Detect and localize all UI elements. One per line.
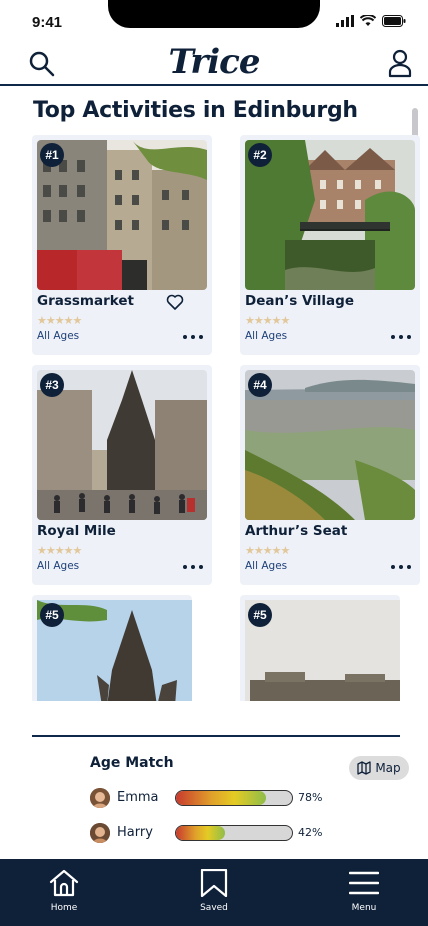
- age-match-row: Harry 42%: [90, 823, 350, 845]
- activity-photo: #1: [37, 140, 207, 290]
- match-progress-fill: [176, 791, 267, 805]
- bookmark-icon: [200, 868, 228, 898]
- age-match-row: Emma 78%: [90, 788, 350, 810]
- tab-menu[interactable]: Menu: [324, 869, 404, 913]
- more-options-icon[interactable]: [182, 561, 204, 573]
- star-rating: ★★★★★: [245, 314, 290, 327]
- profile-button[interactable]: [386, 48, 414, 78]
- rank-badge: #1: [40, 143, 64, 167]
- status-bar: 9:41: [0, 0, 428, 44]
- device-notch: [108, 0, 320, 28]
- activity-card[interactable]: #5: [32, 595, 192, 701]
- tab-label: Menu: [351, 903, 377, 913]
- age-label: All Ages: [37, 330, 80, 342]
- map-button[interactable]: Map: [349, 756, 409, 780]
- tab-saved[interactable]: Saved: [174, 868, 254, 913]
- activity-name: Grassmarket: [37, 293, 134, 309]
- activity-photo: #2: [245, 140, 415, 290]
- heart-icon[interactable]: [166, 293, 184, 311]
- section-divider: [32, 735, 400, 737]
- avatar: [90, 788, 110, 808]
- app-header: Trice: [0, 42, 428, 86]
- match-percent: 78%: [298, 791, 323, 804]
- star-rating: ★★★★★: [245, 544, 290, 557]
- activity-name: Royal Mile: [37, 523, 116, 539]
- activity-name: Dean’s Village: [245, 293, 354, 309]
- rank-badge: #4: [248, 373, 272, 397]
- match-percent: 42%: [298, 826, 323, 839]
- page-title: Top Activities in Edinburgh: [33, 98, 358, 123]
- person-name: Harry: [117, 825, 153, 840]
- activity-photo: #3: [37, 370, 207, 520]
- activity-card[interactable]: #1 Grassmarket ★★★★★ All Ages: [32, 135, 212, 355]
- match-progress-bar: [175, 790, 293, 806]
- wifi-icon: [360, 15, 376, 26]
- bottom-tab-bar: Home Saved Menu: [0, 859, 428, 926]
- activity-card[interactable]: #4 Arthur’s Seat ★★★★★ All Ages: [240, 365, 420, 585]
- status-icons: [336, 15, 406, 27]
- activity-card[interactable]: #5: [240, 595, 400, 701]
- age-label: All Ages: [245, 330, 288, 342]
- rank-badge: #2: [248, 143, 272, 167]
- rank-badge: #3: [40, 373, 64, 397]
- app-logo[interactable]: Trice: [0, 42, 428, 82]
- activity-card[interactable]: #2 Dean’s Village ★★★★★ All Ages: [240, 135, 420, 355]
- signal-icon: [336, 15, 354, 27]
- activity-card[interactable]: #3 Royal Mile ★★★★★ All Ages: [32, 365, 212, 585]
- avatar: [90, 823, 110, 843]
- more-options-icon[interactable]: [390, 331, 412, 343]
- tab-label: Home: [50, 903, 78, 913]
- age-match-title: Age Match: [90, 755, 174, 771]
- tab-home[interactable]: Home: [24, 869, 104, 913]
- age-label: All Ages: [37, 560, 80, 572]
- user-icon: [388, 49, 412, 78]
- more-options-icon[interactable]: [182, 331, 204, 343]
- rank-badge: #5: [40, 603, 64, 627]
- activity-name: Arthur’s Seat: [245, 523, 348, 539]
- menu-icon: [348, 871, 380, 895]
- tab-label: Saved: [200, 903, 228, 913]
- star-rating: ★★★★★: [37, 544, 82, 557]
- age-label: All Ages: [245, 560, 288, 572]
- map-button-label: Map: [375, 761, 401, 775]
- activity-photo: #4: [245, 370, 415, 520]
- more-options-icon[interactable]: [390, 561, 412, 573]
- match-progress-bar: [175, 825, 293, 841]
- person-name: Emma: [117, 790, 159, 805]
- match-progress-fill: [176, 826, 225, 840]
- map-icon: [357, 761, 371, 775]
- battery-icon: [382, 15, 406, 27]
- home-icon: [49, 869, 79, 897]
- rank-badge: #5: [248, 603, 272, 627]
- star-rating: ★★★★★: [37, 314, 82, 327]
- status-time: 9:41: [32, 14, 63, 31]
